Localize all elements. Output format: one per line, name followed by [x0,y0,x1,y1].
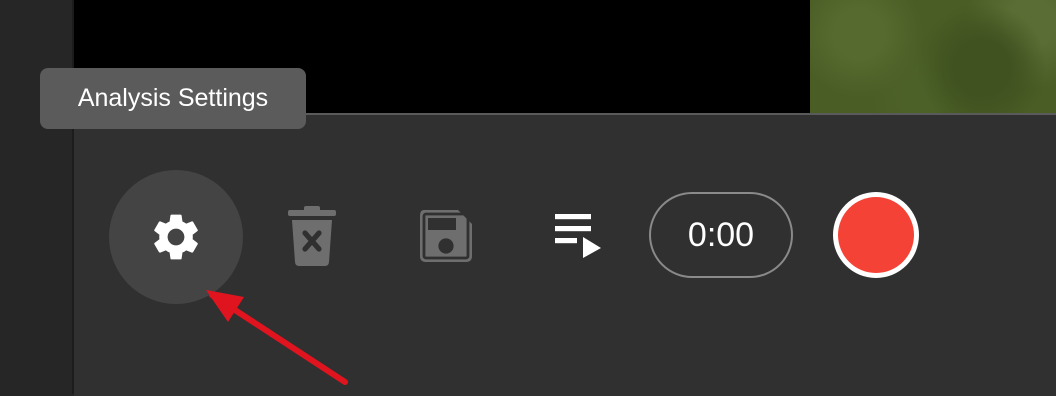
camera-preview [810,0,1056,113]
save-recording-button[interactable] [416,206,476,266]
gear-icon [154,214,198,260]
left-rail [0,0,74,394]
record-icon [838,197,914,273]
trash-x-icon [288,206,336,266]
floppy-disk-icon [420,210,472,262]
delete-recording-button[interactable] [286,206,338,266]
recording-timer: 0:00 [649,192,793,278]
analysis-settings-tooltip: Analysis Settings [40,68,306,129]
playlist-play-icon [555,214,601,258]
playlist-button[interactable] [553,212,603,260]
record-button[interactable] [833,192,919,278]
analysis-settings-button[interactable] [109,170,243,304]
